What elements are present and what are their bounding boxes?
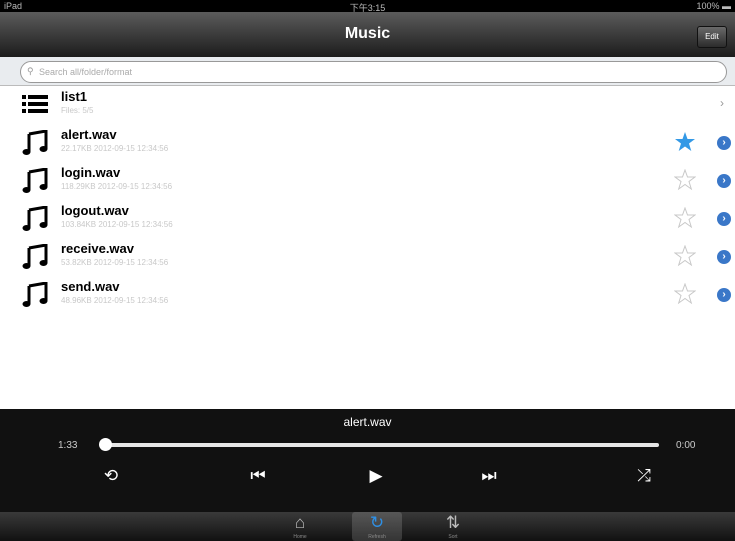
progress-slider-thumb[interactable] [99,438,112,451]
item-details: 22.17KB 2012-09-15 12:34:56 [61,144,169,153]
list-item-song[interactable]: alert.wav 22.17KB 2012-09-15 12:34:56 › [0,124,735,162]
home-icon: ⌂ [294,513,306,532]
music-note-icon [22,282,48,307]
page-title: Music [344,25,391,42]
remaining-time: 0:00 [676,440,696,451]
search-input[interactable]: ⚲ Search all/folder/format [20,61,727,83]
tab-refresh[interactable]: ↻ Refresh [352,512,402,541]
search-icon: ⚲ [27,66,34,76]
item-name: login.wav [61,165,121,180]
progress-slider[interactable] [103,443,659,447]
music-note-icon [22,168,48,193]
battery-indicator: 100% ▬ [696,1,731,11]
tab-sort[interactable]: ⇅ Sort [428,512,478,541]
details-disclosure-button[interactable]: › [717,174,731,188]
details-disclosure-button[interactable]: › [717,250,731,264]
item-details: Files: 5/5 [61,106,94,115]
tab-home[interactable]: ⌂ Home [275,512,325,541]
list-item-song[interactable]: login.wav 118.29KB 2012-09-15 12:34:56 › [0,162,735,200]
previous-track-icon[interactable]: ⏮ [243,464,273,488]
status-bar: iPad 下午3:15 100% ▬ [0,0,735,13]
list-item-playlist[interactable]: list1 Files: 5/5 › [0,86,735,124]
music-list: list1 Files: 5/5 › alert.wav 22.17KB 201… [0,86,735,314]
play-icon[interactable]: ▶ [361,464,391,488]
sort-icon: ⇅ [445,513,461,532]
chevron-right-icon: › [720,96,724,110]
music-note-icon [22,130,48,155]
playlist-icon [22,95,48,113]
tab-label: Refresh [368,534,386,540]
music-note-icon [22,206,48,231]
refresh-icon: ↻ [369,513,385,532]
search-placeholder: Search all/folder/format [39,67,133,77]
navigation-bar: Music Edit [0,12,735,58]
now-playing-panel: alert.wav 1:33 0:00 ⟲ ⏮ ▶ ⏭ ⤮ [0,409,735,512]
favorite-star-icon[interactable] [674,283,696,305]
edit-button[interactable]: Edit [697,26,727,48]
item-name: receive.wav [61,241,135,256]
tab-label: Home [293,534,307,540]
item-details: 53.82KB 2012-09-15 12:34:56 [61,258,169,267]
item-name: list1 [61,89,88,104]
item-name: alert.wav [61,127,117,142]
elapsed-time: 1:33 [58,440,78,451]
details-disclosure-button[interactable]: › [717,212,731,226]
now-playing-title: alert.wav [343,415,392,429]
details-disclosure-button[interactable]: › [717,136,731,150]
favorite-star-icon[interactable] [674,207,696,229]
list-item-song[interactable]: send.wav 48.96KB 2012-09-15 12:34:56 › [0,276,735,314]
music-note-icon [22,244,48,269]
favorite-star-icon[interactable] [674,169,696,191]
repeat-icon[interactable]: ⟲ [96,464,126,488]
item-name: logout.wav [61,203,129,218]
next-track-icon[interactable]: ⏭ [474,464,504,488]
item-details: 118.29KB 2012-09-15 12:34:56 [61,182,173,191]
details-disclosure-button[interactable]: › [717,288,731,302]
battery-percent: 100% [696,1,720,11]
list-item-song[interactable]: logout.wav 103.84KB 2012-09-15 12:34:56 … [0,200,735,238]
tab-label: Sort [448,534,458,540]
list-item-song[interactable]: receive.wav 53.82KB 2012-09-15 12:34:56 … [0,238,735,276]
favorite-star-icon[interactable] [674,245,696,267]
favorite-star-icon[interactable] [674,131,696,153]
item-details: 103.84KB 2012-09-15 12:34:56 [61,220,173,229]
item-name: send.wav [61,279,120,294]
tab-bar: ⌂ Home ↻ Refresh ⇅ Sort [0,512,735,541]
search-bar: ⚲ Search all/folder/format [0,57,735,86]
shuffle-icon[interactable]: ⤮ [629,464,659,488]
item-details: 48.96KB 2012-09-15 12:34:56 [61,296,169,305]
